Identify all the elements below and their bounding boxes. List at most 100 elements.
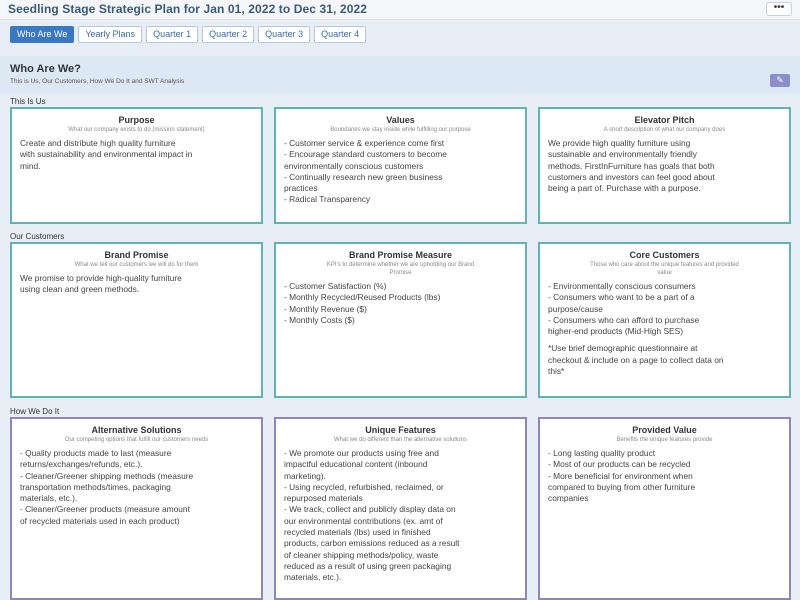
body-line: reduced as a result of using green packa… [284,560,452,571]
body-line: companies [548,493,589,504]
note-line: checkout & include on a page to collect … [548,354,724,365]
tab-quarter-1[interactable]: Quarter 1 [146,26,199,43]
body-line: of cleaner shipping methods/policy, wast… [284,549,439,560]
body-line: methods. FirstInFurniture has goals that… [548,160,715,171]
body-line: - Most of our products can be recycled [548,459,691,470]
unique-features-card[interactable]: Unique Features What we do different tha… [274,417,527,600]
body-line: higher-end products (Mid-High SES) [548,326,683,337]
body-line: compared to buying from other furniture [548,481,696,492]
group-label-our-customers: Our Customers [10,232,65,241]
card-subtitle: KPI's to determine whether we are uphold… [326,262,475,268]
section-title: Who Are We? [10,63,81,75]
card-subtitle: What our company exists to do (mission s… [68,127,205,133]
body-line: - Using recycled, refurbished, reclaimed… [284,481,444,492]
body-line: - Continually research new green busines… [284,171,443,182]
body-line: - Radical Transparency [284,194,371,205]
body-line: our environmental contributions (ex. amt… [284,515,443,526]
body-line: with sustainability and environmental im… [20,149,193,160]
card-subtitle: Promise [389,270,412,276]
elevator-pitch-card[interactable]: Elevator Pitch A short description of wh… [538,107,791,224]
card-title: Unique Features [365,425,436,435]
body-line: using clean and green methods. [20,284,140,295]
card-title: Purpose [118,115,155,125]
top-bar: Seedling Stage Strategic Plan for Jan 01… [0,0,800,20]
card-title: Brand Promise [104,250,169,260]
card-title: Values [386,115,415,125]
body-line: marketing). [284,470,326,481]
card-title: Provided Value [632,425,697,435]
body-line: - We track, collect and publicly display… [284,504,456,515]
body-line: impactful educational content (inbound [284,459,428,470]
body-line: materials, etc.). [284,572,342,583]
tab-quarter-3[interactable]: Quarter 3 [258,26,311,43]
card-title: Core Customers [629,250,700,260]
body-line: returns/exchanges/refunds, etc.). [20,459,143,470]
section-header: Who Are We? This is Us, Our Customers, H… [0,56,800,94]
card-subtitle: Benefits the unique features provide [616,437,713,443]
note-line: this* [548,366,565,377]
section-subtitle: This is Us, Our Customers, How We Do It … [10,78,185,85]
alternative-solutions-card[interactable]: Alternative Solutions Our competing opti… [10,417,263,600]
card-subtitle: A short description of what our company … [603,127,726,133]
card-subtitle: What we do different than the alternativ… [334,437,467,443]
body-line: - Long lasting quality product [548,448,656,458]
body-line: mind. [20,160,41,171]
body-line: We provide high quality furniture using [548,138,691,148]
values-card[interactable]: Values Boundaries we stay inside while f… [274,107,527,224]
body-line: - Cleaner/Greener products (measure amou… [20,504,190,515]
group-label-how-we-do-it: How We Do It [10,407,60,416]
body-line: repurposed materials [284,493,363,504]
tab-who-are-we[interactable]: Who Are We [10,26,75,43]
card-subtitle: What we tell our customers we will do fo… [74,262,199,268]
body-line: purpose/cause [548,303,603,314]
note-line: *Use brief demographic questionnaire at [548,343,698,354]
body-line: environmentally conscious customers [284,160,424,171]
body-line: - Customer Satisfaction (%) [284,281,387,291]
purpose-card[interactable]: Purpose What our company exists to do (m… [10,107,263,224]
card-title: Elevator Pitch [634,115,695,125]
card-subtitle: Those who care about the unique features… [590,262,739,268]
tab-yearly-plans[interactable]: Yearly Plans [78,26,143,43]
card-subtitle: value [657,270,672,276]
body-line: - Customer service & experience come fir… [284,138,445,148]
body-line: - Monthly Recycled/Reused Products (lbs) [284,292,441,303]
body-line: - More beneficial for environment when [548,470,693,481]
body-line: being a part of. Purchase with a purpose… [548,183,701,194]
page-title: Seedling Stage Strategic Plan for Jan 01… [8,2,368,16]
body-line: - Environmentally conscious consumers [548,281,696,291]
card-body: Create and distribute high quality furni… [20,138,253,172]
tab-quarter-4[interactable]: Quarter 4 [314,26,367,43]
body-line: Create and distribute high quality furni… [20,138,176,148]
tab-quarter-2[interactable]: Quarter 2 [202,26,255,43]
more-options-button[interactable]: ••• [766,2,792,16]
body-line: of recycled materials used in each produ… [20,515,180,526]
core-customers-card[interactable]: Core Customers Those who care about the … [538,242,791,398]
card-body: - Long lasting quality product - Most of… [548,448,781,504]
card-title: Brand Promise Measure [348,250,453,260]
body-line: - We promote our products using free and [284,448,439,458]
provided-value-card[interactable]: Provided Value Benefits the unique featu… [538,417,791,600]
body-line: - Encourage standard customers to become [284,149,447,160]
body-line: - Monthly Costs ($) [284,314,355,325]
card-body: - Quality products made to last (measure… [20,448,253,527]
body-line: - Monthly Revenue ($) [284,303,367,314]
body-line: practices [284,183,318,194]
card-body: We provide high quality furniture using … [548,138,781,194]
body-line: - Consumers who can afford to purchase [548,314,700,325]
body-line: We promise to provide high-quality furni… [20,273,182,283]
pencil-icon: ✎ [776,75,784,85]
tab-bar: Who Are We Yearly Plans Quarter 1 Quarte… [10,26,367,43]
card-subtitle: Our competing options that fulfill our c… [64,437,209,443]
body-line: - Quality products made to last (measure [20,448,172,458]
card-body: - Environmentally conscious consumers - … [548,281,781,377]
body-line: materials, etc.). [20,493,78,504]
body-line: transportation methods/times, packaging [20,481,171,492]
brand-promise-measure-card[interactable]: Brand Promise Measure KPI's to determine… [274,242,527,398]
body-line: recycled materials (lbs) used in finishe… [284,527,431,538]
body-line: sustainable and environmentally friendly [548,149,697,160]
card-title: Alternative Solutions [91,425,182,435]
card-body: - We promote our products using free and… [284,448,517,584]
edit-button[interactable]: ✎ [770,74,790,87]
brand-promise-card[interactable]: Brand Promise What we tell our customers… [10,242,263,398]
card-body: We promise to provide high-quality furni… [20,273,253,296]
